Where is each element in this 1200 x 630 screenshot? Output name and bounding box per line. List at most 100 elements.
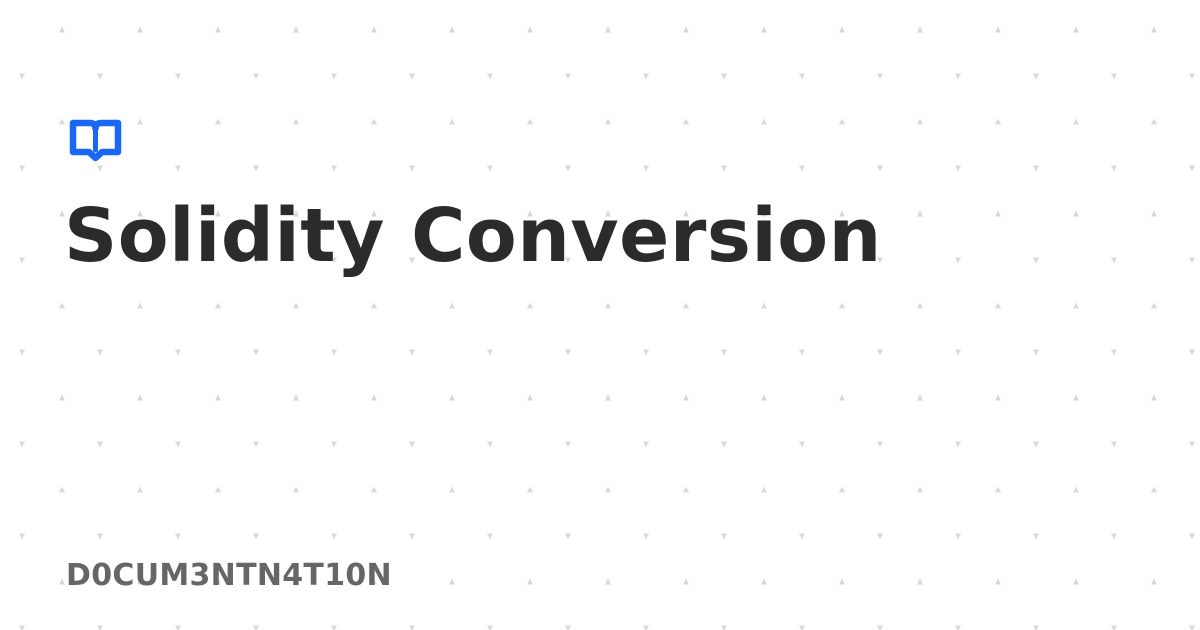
- pattern-dot: [1189, 349, 1195, 356]
- pattern-dot: [917, 486, 923, 493]
- pattern-dot: [839, 486, 845, 493]
- pattern-dot: [253, 165, 259, 172]
- pattern-dot: [1073, 210, 1079, 217]
- pattern-dot: [449, 118, 455, 125]
- pattern-dot: [97, 349, 103, 356]
- pattern-dot: [1033, 165, 1039, 172]
- pattern-dot: [683, 26, 689, 33]
- pattern-dot: [409, 349, 415, 356]
- pattern-dot: [1073, 394, 1079, 401]
- pattern-dot: [487, 625, 493, 630]
- pattern-dot: [449, 394, 455, 401]
- pattern-dot: [799, 349, 805, 356]
- pattern-dot: [799, 73, 805, 80]
- pattern-dot: [59, 118, 65, 125]
- pattern-dot: [371, 302, 377, 309]
- pattern-dot: [1111, 165, 1117, 172]
- pattern-dot: [331, 73, 337, 80]
- pattern-dot: [1111, 257, 1117, 264]
- pattern-dot: [995, 118, 1001, 125]
- pattern-dot: [877, 73, 883, 80]
- pattern-dot: [19, 441, 25, 448]
- pattern-dot: [643, 165, 649, 172]
- pattern-dot: [799, 165, 805, 172]
- pattern-dot: [293, 394, 299, 401]
- pattern-dot: [683, 118, 689, 125]
- pattern-dot: [643, 349, 649, 356]
- pattern-dot: [1033, 257, 1039, 264]
- pattern-dot: [409, 625, 415, 630]
- pattern-dot: [19, 625, 25, 630]
- pattern-dot: [683, 578, 689, 585]
- pattern-dot: [1151, 302, 1157, 309]
- pattern-dot: [59, 394, 65, 401]
- pattern-dot: [487, 73, 493, 80]
- pattern-dot: [643, 533, 649, 540]
- pattern-dot: [1111, 73, 1117, 80]
- pattern-dot: [1111, 441, 1117, 448]
- pattern-dot: [293, 26, 299, 33]
- pattern-dot: [137, 302, 143, 309]
- pattern-dot: [487, 441, 493, 448]
- pattern-dot: [721, 349, 727, 356]
- pattern-dot: [371, 486, 377, 493]
- pattern-dot: [917, 26, 923, 33]
- pattern-dot: [1033, 73, 1039, 80]
- pattern-dot: [1033, 625, 1039, 630]
- pattern-dot: [371, 26, 377, 33]
- pattern-dot: [409, 73, 415, 80]
- pattern-dot: [917, 118, 923, 125]
- pattern-dot: [1151, 26, 1157, 33]
- pattern-dot: [839, 302, 845, 309]
- pattern-dot: [97, 441, 103, 448]
- pattern-dot: [527, 486, 533, 493]
- pattern-dot: [487, 349, 493, 356]
- pattern-dot: [59, 26, 65, 33]
- pattern-dot: [761, 394, 767, 401]
- pattern-dot: [215, 486, 221, 493]
- pattern-dot: [721, 625, 727, 630]
- pattern-dot: [995, 210, 1001, 217]
- pattern-dot: [293, 486, 299, 493]
- pattern-dot: [331, 349, 337, 356]
- pattern-dot: [59, 302, 65, 309]
- pattern-dot: [721, 73, 727, 80]
- pattern-dot: [253, 533, 259, 540]
- pattern-dot: [331, 625, 337, 630]
- pattern-dot: [1033, 533, 1039, 540]
- pattern-dot: [643, 73, 649, 80]
- pattern-dot: [1189, 257, 1195, 264]
- pattern-dot: [137, 486, 143, 493]
- pattern-dot: [487, 533, 493, 540]
- pattern-dot: [995, 302, 1001, 309]
- pattern-dot: [565, 533, 571, 540]
- pattern-dot: [565, 441, 571, 448]
- pattern-dot: [175, 73, 181, 80]
- pattern-dot: [331, 533, 337, 540]
- pattern-dot: [215, 302, 221, 309]
- pattern-dot: [97, 533, 103, 540]
- pattern-dot: [761, 118, 767, 125]
- pattern-dot: [1189, 73, 1195, 80]
- pattern-dot: [1151, 394, 1157, 401]
- pattern-dot: [605, 302, 611, 309]
- pattern-dot: [565, 625, 571, 630]
- pattern-dot: [449, 486, 455, 493]
- pattern-dot: [409, 165, 415, 172]
- pattern-dot: [605, 578, 611, 585]
- pattern-dot: [721, 441, 727, 448]
- pattern-dot: [137, 118, 143, 125]
- pattern-dot: [527, 26, 533, 33]
- pattern-dot: [371, 118, 377, 125]
- pattern-dot: [175, 533, 181, 540]
- pattern-dot: [253, 73, 259, 80]
- pattern-dot: [643, 625, 649, 630]
- pattern-dot: [955, 165, 961, 172]
- pattern-dot: [955, 349, 961, 356]
- pattern-dot: [449, 578, 455, 585]
- pattern-dot: [97, 73, 103, 80]
- pattern-dot: [215, 394, 221, 401]
- pattern-dot: [1073, 26, 1079, 33]
- pattern-dot: [19, 349, 25, 356]
- pattern-dot: [605, 394, 611, 401]
